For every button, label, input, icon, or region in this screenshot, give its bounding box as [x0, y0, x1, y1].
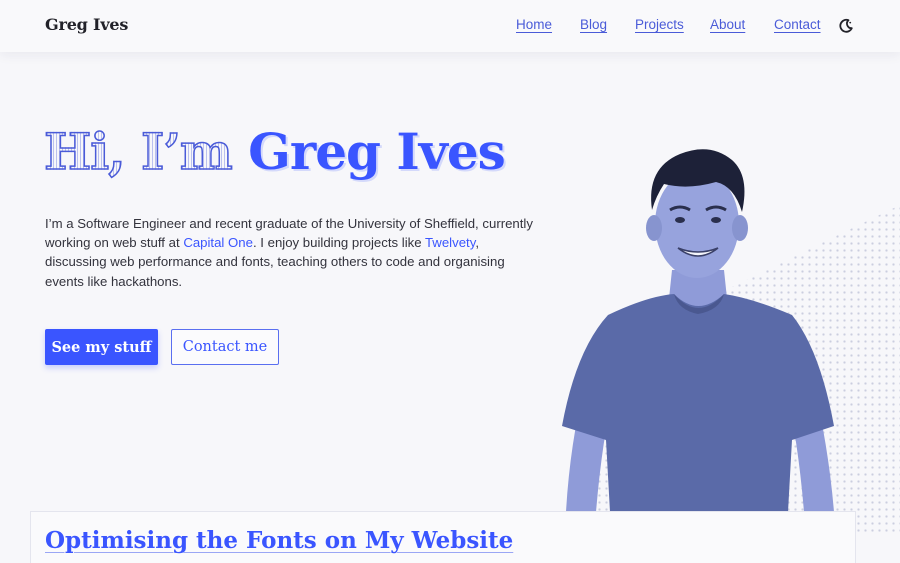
portrait-image — [562, 149, 834, 512]
nav-link-home[interactable]: Home — [516, 17, 552, 32]
hero-greeting: Hi, I’m — [43, 121, 249, 182]
nav-link-projects[interactable]: Projects — [635, 17, 684, 32]
contact-me-button[interactable]: Contact me — [171, 329, 279, 365]
hero-intro: I’m a Software Engineer and recent gradu… — [45, 214, 535, 291]
moon-icon — [839, 18, 853, 33]
see-my-stuff-button[interactable]: See my stuff — [45, 329, 158, 365]
intro-text-2: . I enjoy building projects like — [252, 235, 425, 251]
twelvety-link[interactable]: Twelvety — [425, 235, 475, 250]
theme-toggle-button[interactable] — [838, 18, 854, 34]
nav-link-blog[interactable]: Blog — [580, 17, 607, 32]
main-nav: Home Blog Projects About Contact — [0, 17, 900, 37]
featured-post-title-link[interactable]: Optimising the Fonts on My Website — [45, 527, 513, 554]
hero-name: Greg Ives — [248, 122, 506, 181]
nav-link-contact[interactable]: Contact — [774, 17, 821, 32]
site-header: Greg Ives Home Blog Projects About Conta… — [0, 0, 900, 52]
hero-heading: Hi, I’m Greg Ives — [43, 121, 506, 182]
nav-link-about[interactable]: About — [710, 17, 745, 32]
capital-one-link[interactable]: Capital One — [183, 235, 253, 250]
